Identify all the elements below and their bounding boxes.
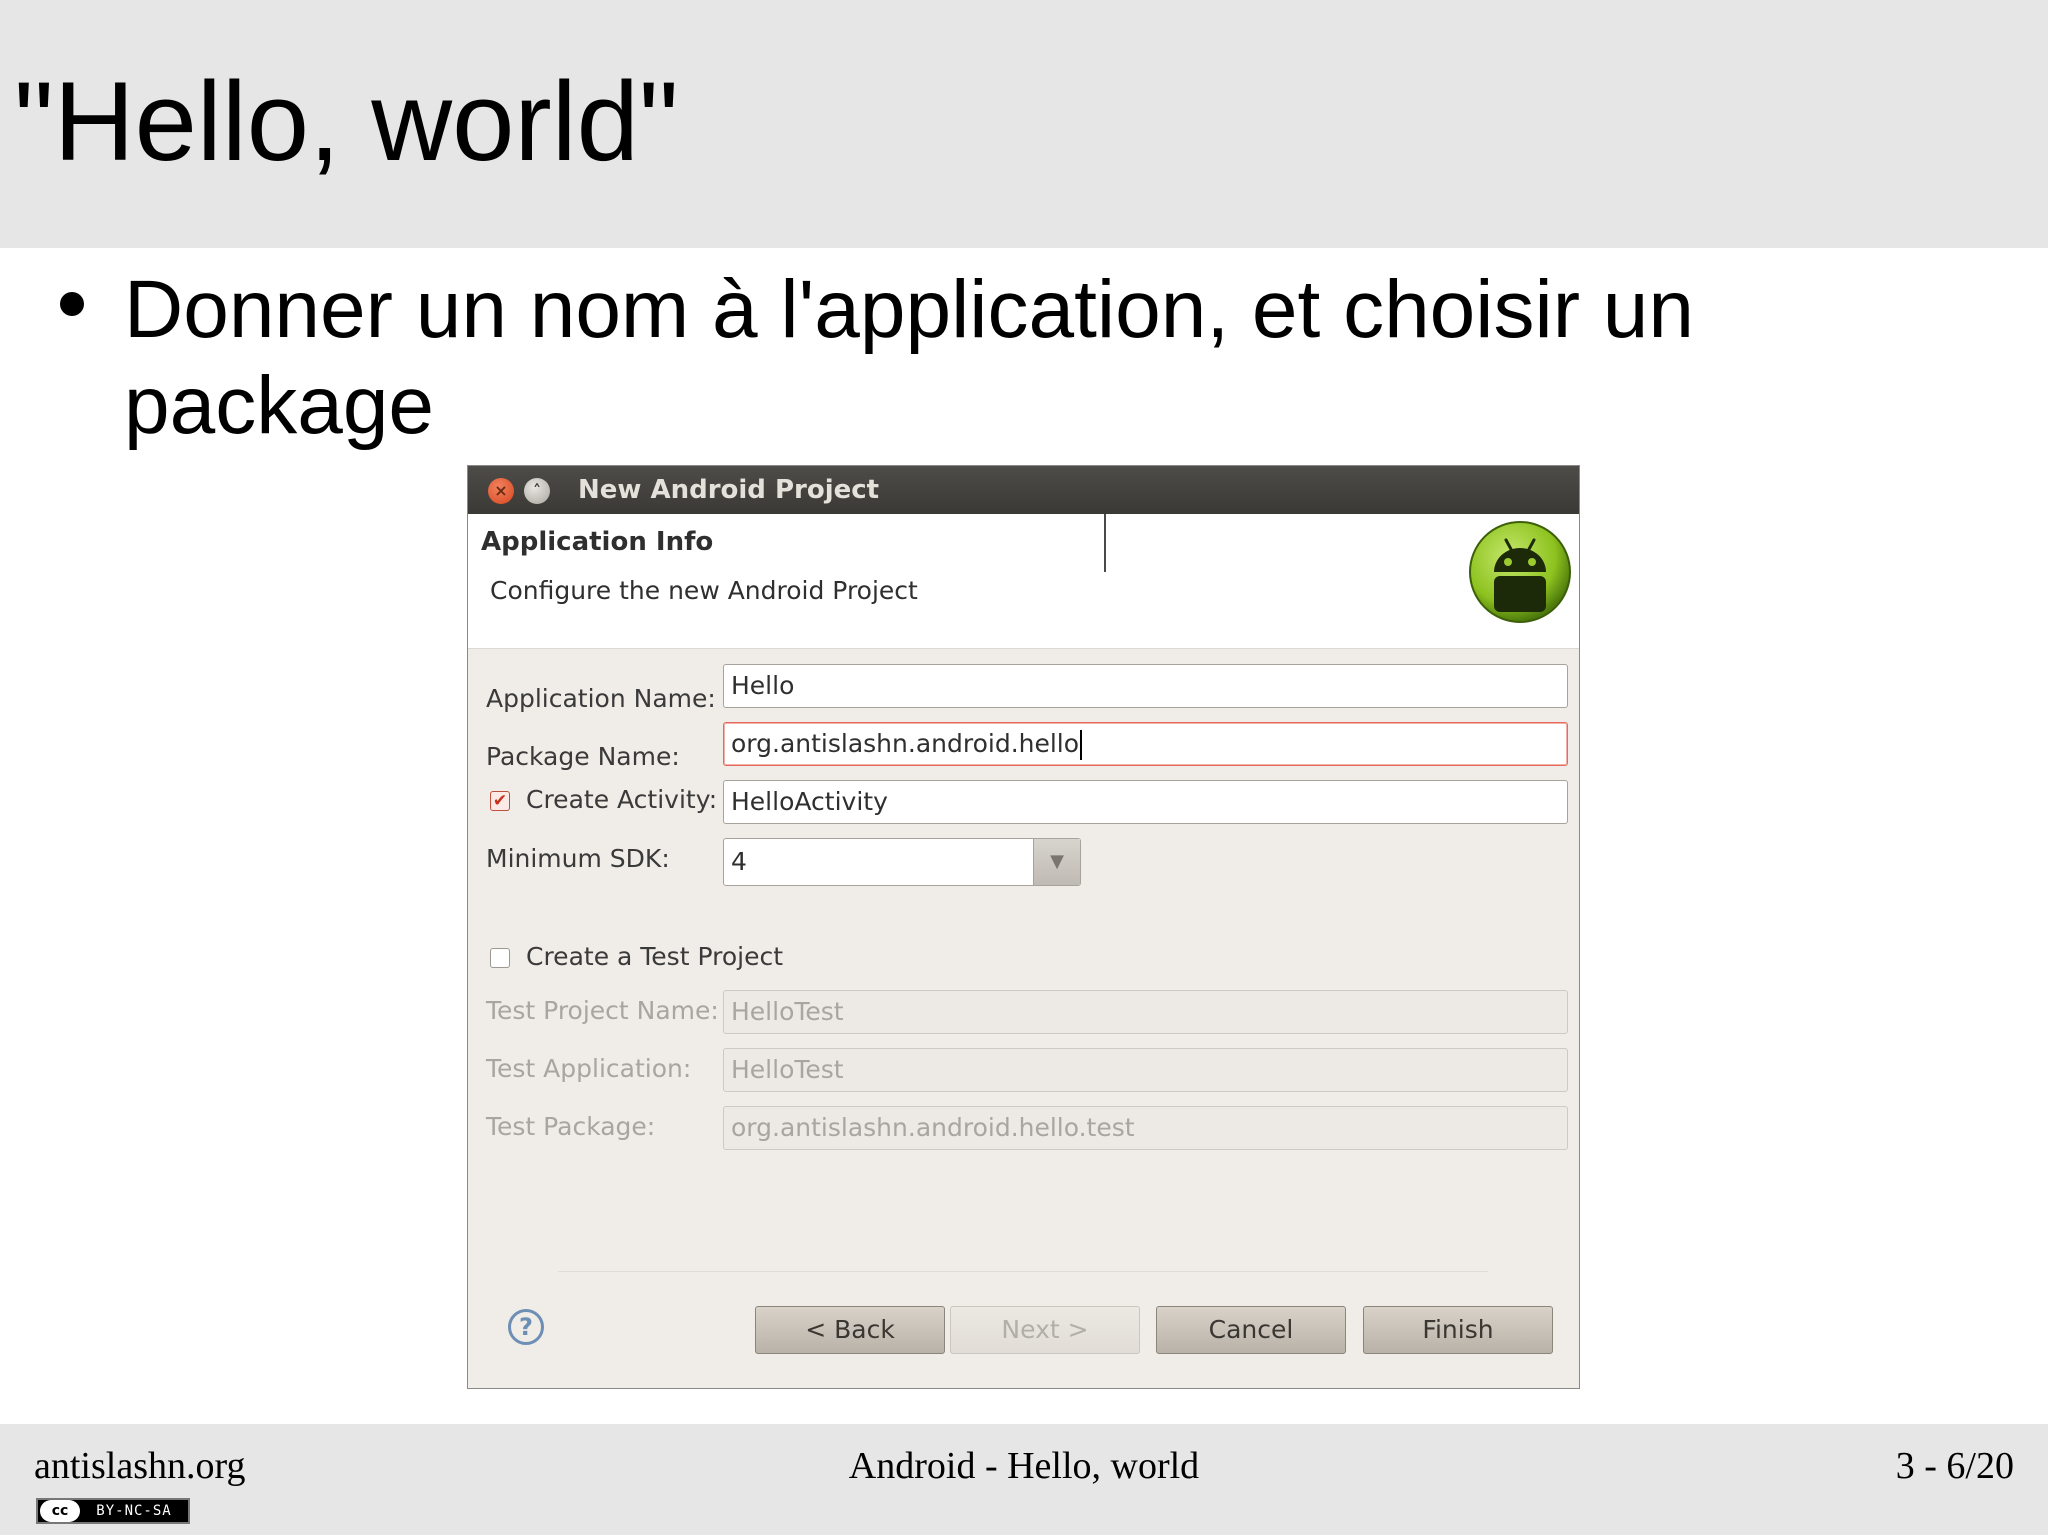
create-activity-input[interactable]: HelloActivity <box>723 780 1568 824</box>
test-application-label: Test Application: <box>486 1054 692 1083</box>
next-button: Next > <box>950 1306 1140 1354</box>
android-logo-icon <box>1469 521 1571 623</box>
new-android-project-dialog: × ˄ New Android Project Application Info… <box>467 465 1580 1389</box>
wizard-page-title: Application Info <box>481 527 714 557</box>
create-activity-value: HelloActivity <box>731 787 888 816</box>
help-icon[interactable]: ? <box>508 1309 544 1345</box>
minimum-sdk-select[interactable]: 4 ▼ <box>723 838 1081 886</box>
wizard-banner: Application Info Configure the new Andro… <box>468 514 1579 649</box>
minimum-sdk-label: Minimum SDK: <box>486 844 670 873</box>
package-name-label: Package Name: <box>486 742 680 771</box>
slide-footer: antislashn.org Android - Hello, world 3 … <box>0 1424 2048 1535</box>
cancel-button[interactable]: Cancel <box>1156 1306 1346 1354</box>
test-project-name-input: HelloTest <box>723 990 1568 1034</box>
test-project-name-label: Test Project Name: <box>486 996 719 1025</box>
application-name-value: Hello <box>731 671 795 700</box>
test-project-name-value: HelloTest <box>731 997 844 1026</box>
slide-title: "Hello, world" <box>14 59 679 184</box>
dialog-title: New Android Project <box>578 475 880 505</box>
dropdown-arrow-icon[interactable]: ▼ <box>1033 839 1080 885</box>
create-activity-checkbox[interactable]: ✔ <box>490 791 510 811</box>
slide-header: "Hello, world" <box>0 0 2048 248</box>
package-name-input[interactable]: org.antislashn.android.hello <box>723 722 1568 766</box>
finish-button[interactable]: Finish <box>1363 1306 1553 1354</box>
package-name-value: org.antislashn.android.hello <box>731 729 1080 758</box>
footer-page-number: 3 - 6/20 <box>1895 1445 2014 1487</box>
test-package-input: org.antislashn.android.hello.test <box>723 1106 1568 1150</box>
back-button[interactable]: < Back <box>755 1306 945 1354</box>
bullet-icon <box>60 292 84 316</box>
text-caret <box>1080 730 1083 760</box>
creative-commons-icon: cc BY-NC-SA <box>36 1498 190 1524</box>
maximize-icon[interactable]: ˄ <box>524 478 550 504</box>
cc-logo: cc <box>40 1500 80 1522</box>
create-activity-label: Create Activity: <box>526 785 718 814</box>
test-application-value: HelloTest <box>731 1055 844 1084</box>
test-package-label: Test Package: <box>486 1112 656 1141</box>
bullet-text: Donner un nom à l'application, et choisi… <box>124 264 1695 451</box>
application-name-input[interactable]: Hello <box>723 664 1568 708</box>
cc-license-text: BY-NC-SA <box>96 1503 172 1519</box>
minimum-sdk-value: 4 <box>731 847 747 876</box>
wizard-page-description: Configure the new Android Project <box>490 576 918 605</box>
dialog-titlebar: × ˄ New Android Project <box>468 466 1579 514</box>
test-package-value: org.antislashn.android.hello.test <box>731 1113 1135 1142</box>
close-icon[interactable]: × <box>488 478 514 504</box>
button-bar-separator <box>558 1271 1488 1272</box>
banner-divider <box>1104 514 1106 572</box>
footer-title: Android - Hello, world <box>848 1445 1200 1487</box>
application-name-label: Application Name: <box>486 684 716 713</box>
create-test-project-label: Create a Test Project <box>526 942 783 971</box>
create-test-project-checkbox[interactable] <box>490 948 510 968</box>
test-application-input: HelloTest <box>723 1048 1568 1092</box>
